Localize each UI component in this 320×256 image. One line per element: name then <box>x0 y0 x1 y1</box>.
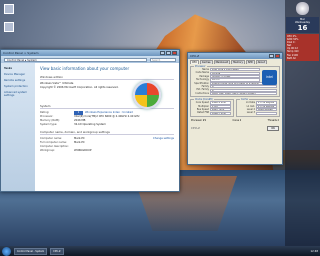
system-window: Control Panel > System Control Panel ▸ S… <box>0 49 180 192</box>
system-sidebar: Tasks Device Manager Remote settings Sys… <box>1 63 35 191</box>
cache-group: Cache L1 Data 2 x 32 KBytes L1 Inst. 2 x 3… <box>236 98 280 117</box>
system-monitor-gadget[interactable]: CPU 2% RAM 34% Disk C: Net Up 00:12 Temp… <box>286 34 319 61</box>
system-title: Control Panel > System <box>3 51 39 55</box>
sidebar-item-advanced-settings[interactable]: Advanced system settings <box>4 91 32 97</box>
cpu-field: Instructions MMX, SSE, SSE2, SSE3, SSSE3,… <box>193 92 277 96</box>
computer-name-section-label: Computer name, domain, and workgroup set… <box>40 130 174 135</box>
taskbar-item-cpuz[interactable]: CPU-Z <box>50 247 64 255</box>
clock-gadget[interactable] <box>296 2 309 15</box>
stat-line: Batt AC <box>287 56 297 60</box>
close-button[interactable] <box>172 51 177 55</box>
desktop-icon[interactable] <box>4 4 14 14</box>
tab-about[interactable]: About <box>255 60 267 64</box>
cpuz-tabs: CPU Caches Mainboard Memory SPD About <box>188 59 282 64</box>
calendar-gadget[interactable]: Mar Wednesday 16 <box>286 17 319 33</box>
desktop-icon[interactable] <box>4 22 14 32</box>
cpuz-title: CPU-Z <box>190 54 200 58</box>
edition-section-label: Windows edition <box>40 75 174 80</box>
tab-memory[interactable]: Memory <box>231 60 245 64</box>
processor-group-label: Processor <box>194 65 207 68</box>
cpuz-brand: CPU-Z <box>191 126 200 130</box>
processor-group: Processor intel Name Intel Core 2 Duo E66… <box>190 65 280 98</box>
search-input[interactable]: Search <box>150 57 176 62</box>
processor-selection[interactable]: Processor #1 <box>191 119 206 122</box>
cores-count: Cores 2 <box>232 118 242 122</box>
intel-logo: intel <box>262 70 277 85</box>
tab-mainboard[interactable]: Mainboard <box>213 60 231 64</box>
copyright-text: Copyright © 2006 Microsoft Corporation. … <box>40 86 119 89</box>
minimize-button[interactable] <box>160 51 165 55</box>
sidebar-item-remote-settings[interactable]: Remote settings <box>4 79 32 82</box>
address-input[interactable]: Control Panel ▸ System <box>4 57 147 62</box>
page-title: View basic information about your comput… <box>40 66 130 71</box>
tab-cpu[interactable]: CPU <box>190 60 199 64</box>
close-button[interactable] <box>275 54 280 58</box>
taskbar-item-system[interactable]: Control Panel - System <box>14 247 48 255</box>
sidebar-gadgets: Mar Wednesday 16 CPU 2% RAM 34% Disk C: … <box>285 0 320 246</box>
cpuz-window: CPU-Z CPU Caches Mainboard Memory SPD Ab… <box>187 52 283 165</box>
info-row: Workgroup: WORKGROUP <box>40 149 92 152</box>
taskbar: Control Panel - System CPU-Z 12:48 <box>0 246 320 256</box>
clocks-group: Clocks (Core#0) Core Speed 2400.1 MHz Mul… <box>190 98 234 117</box>
tab-spd[interactable]: SPD <box>245 60 255 64</box>
ok-button[interactable]: OK <box>267 125 279 131</box>
tab-caches[interactable]: Caches <box>199 60 213 64</box>
start-button[interactable] <box>2 246 11 256</box>
tray-clock[interactable]: 12:48 <box>311 250 318 253</box>
cache-field: Level 3 <box>239 111 277 115</box>
change-settings-link[interactable]: Change settings <box>153 137 174 141</box>
sidebar-item-system-protection[interactable]: System protection <box>4 85 32 88</box>
clock-field: Rated FSB 1066.7 MHz <box>193 111 231 115</box>
sidebar-item-device-manager[interactable]: Device Manager <box>4 73 32 76</box>
windows-vista-logo <box>133 81 161 109</box>
calendar-day: 16 <box>297 24 308 32</box>
sidebar-item-tasks: Tasks <box>4 67 12 70</box>
threads-count: Threads 2 <box>267 118 279 122</box>
minimize-button[interactable] <box>269 54 274 58</box>
maximize-button[interactable] <box>166 51 171 55</box>
address-bar: Control Panel ▸ System Search <box>1 56 179 63</box>
info-row: System type: 32-bit Operating System <box>40 123 106 126</box>
